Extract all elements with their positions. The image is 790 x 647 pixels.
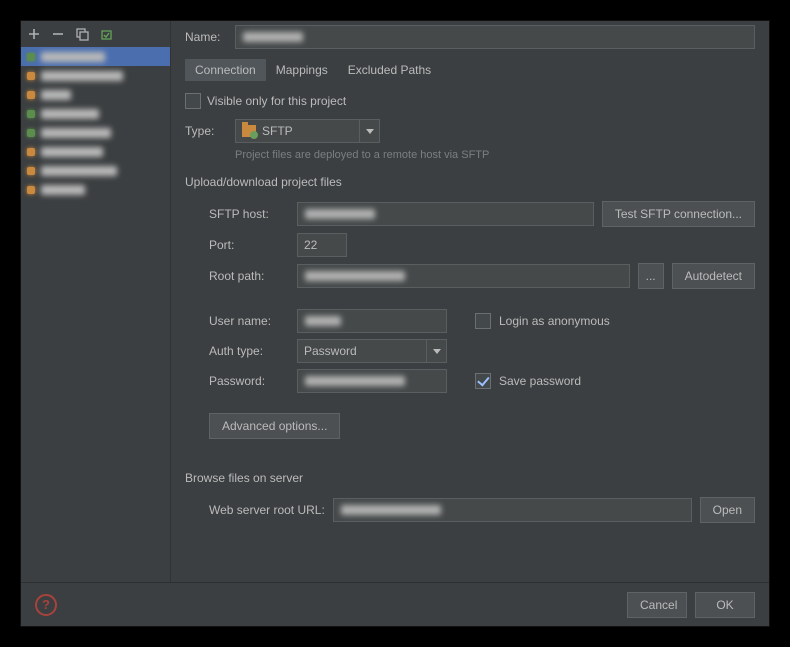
server-name [41,185,85,195]
server-name [41,166,117,176]
server-status-icon [27,186,35,194]
tab-excluded-paths[interactable]: Excluded Paths [338,59,441,81]
type-value: SFTP [262,124,293,138]
chevron-down-icon [426,340,446,362]
server-status-icon [27,72,35,80]
server-status-icon [27,110,35,118]
server-name [41,128,111,138]
root-path-browse-button[interactable]: ... [638,263,664,289]
advanced-options-button[interactable]: Advanced options... [209,413,340,439]
server-list-item[interactable] [21,104,170,123]
tab-mappings[interactable]: Mappings [266,59,338,81]
tab-connection[interactable]: Connection [185,59,266,81]
server-list-item[interactable] [21,180,170,199]
add-icon[interactable] [27,27,41,41]
port-label: Port: [209,238,289,252]
auth-type-value: Password [304,344,357,358]
server-name [41,71,123,81]
server-status-icon [27,53,35,61]
save-password-label: Save password [499,374,581,388]
password-label: Password: [209,374,289,388]
login-anonymous-label: Login as anonymous [499,314,610,328]
server-list-item[interactable] [21,161,170,180]
auth-type-label: Auth type: [209,344,289,358]
sidebar-toolbar [21,21,170,47]
server-name [41,147,103,157]
server-name [41,52,105,62]
server-list-item[interactable] [21,47,170,66]
server-status-icon [27,148,35,156]
main-panel: Name: Connection Mappings Excluded Paths… [171,21,769,582]
save-password-checkbox[interactable] [475,373,491,389]
test-connection-button[interactable]: Test SFTP connection... [602,201,755,227]
server-list-item[interactable] [21,66,170,85]
help-icon[interactable]: ? [35,594,57,616]
name-input[interactable] [235,25,755,49]
tabs: Connection Mappings Excluded Paths [185,59,755,81]
ok-button[interactable]: OK [695,592,755,618]
type-helper: Project files are deployed to a remote h… [235,149,755,161]
server-list-item[interactable] [21,85,170,104]
autodetect-button[interactable]: Autodetect [672,263,755,289]
upload-section-label: Upload/download project files [185,175,755,189]
root-path-label: Root path: [209,269,289,283]
server-status-icon [27,129,35,137]
auth-type-select[interactable]: Password [297,339,447,363]
open-button[interactable]: Open [700,497,755,523]
set-default-icon[interactable] [99,27,113,41]
type-select[interactable]: SFTP [235,119,380,143]
chevron-down-icon [359,120,379,142]
server-list [21,47,170,582]
sftp-icon [242,125,256,137]
server-list-item[interactable] [21,142,170,161]
cancel-button[interactable]: Cancel [627,592,687,618]
sftp-host-label: SFTP host: [209,207,289,221]
user-name-label: User name: [209,314,289,328]
browse-section-label: Browse files on server [185,471,755,485]
server-list-sidebar [21,21,171,582]
visible-only-checkbox[interactable] [185,93,201,109]
web-root-url-label: Web server root URL: [209,503,325,517]
dialog-footer: ? Cancel OK [21,582,769,626]
login-anonymous-checkbox[interactable] [475,313,491,329]
name-label: Name: [185,30,227,44]
type-label: Type: [185,124,227,138]
server-status-icon [27,91,35,99]
remove-icon[interactable] [51,27,65,41]
port-input[interactable] [297,233,347,257]
server-list-item[interactable] [21,123,170,142]
server-name [41,109,99,119]
server-status-icon [27,167,35,175]
server-name [41,90,71,100]
deployment-settings-dialog: Name: Connection Mappings Excluded Paths… [20,20,770,627]
visible-only-label: Visible only for this project [207,94,346,108]
copy-icon[interactable] [75,27,89,41]
